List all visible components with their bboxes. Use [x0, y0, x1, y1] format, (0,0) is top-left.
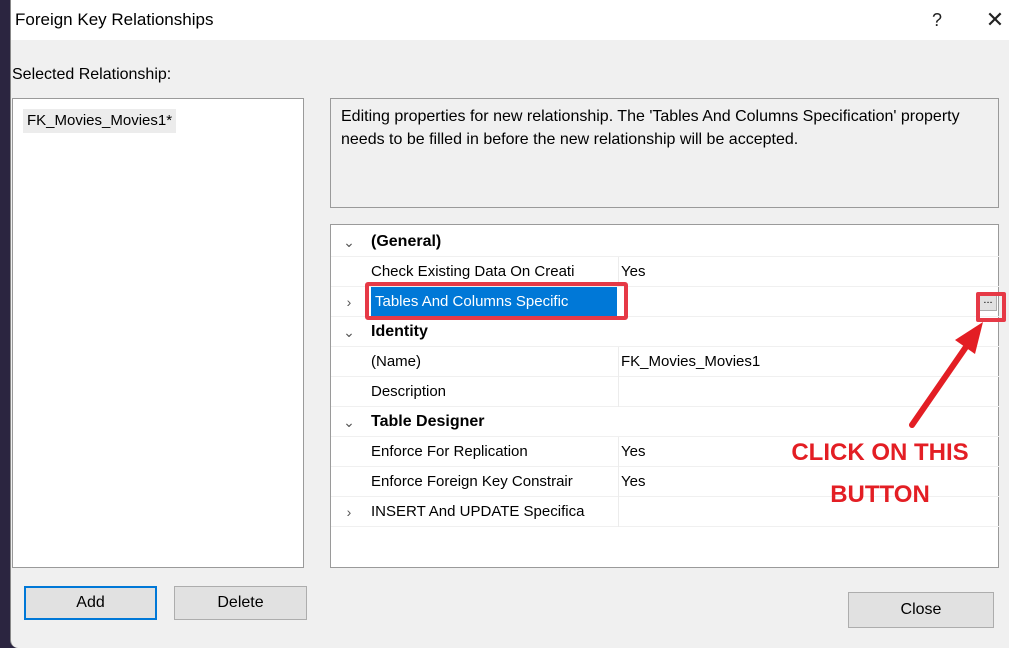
delete-button[interactable]: Delete [174, 586, 307, 620]
list-item-relationship[interactable]: FK_Movies_Movies1* [23, 109, 177, 133]
category-label: (General) [371, 233, 442, 250]
property-name: Enforce For Replication [371, 443, 528, 460]
property-value[interactable]: FK_Movies_Movies1 [621, 347, 760, 377]
title-bar: Foreign Key Relationships ? ✕ [11, 0, 1009, 40]
column-divider [618, 437, 619, 467]
column-divider [618, 377, 619, 407]
property-row-description[interactable]: Description [331, 377, 1000, 407]
category-label: Identity [371, 323, 428, 340]
property-grid[interactable]: ⌄ (General) Check Existing Data On Creat… [330, 224, 1000, 568]
property-value[interactable]: Yes [621, 467, 645, 497]
close-button[interactable]: Close [848, 592, 994, 628]
close-button-label: Close [900, 601, 942, 618]
annotation-text: CLICK ON THIS BUTTON [760, 432, 1000, 516]
property-row-check-existing[interactable]: Check Existing Data On Creati Yes [331, 257, 1000, 287]
category-identity[interactable]: ⌄ Identity [331, 317, 1000, 347]
category-general[interactable]: ⌄ (General) [331, 227, 1000, 257]
column-divider [618, 497, 619, 527]
delete-button-label: Delete [217, 594, 264, 611]
chevron-down-icon[interactable]: ⌄ [331, 227, 367, 257]
annotation-line-2: BUTTON [830, 481, 930, 508]
property-name: Tables And Columns Specific [371, 287, 617, 317]
ellipsis-button[interactable]: ... [979, 293, 997, 311]
help-button[interactable]: ? [923, 6, 951, 34]
property-name: INSERT And UPDATE Specifica [371, 503, 585, 520]
property-row-tables-columns[interactable]: › Tables And Columns Specific ... [331, 287, 1000, 317]
column-divider [618, 467, 619, 497]
column-divider [618, 257, 619, 287]
property-name: (Name) [371, 353, 422, 370]
annotation-line-1: CLICK ON THIS [791, 439, 969, 466]
chevron-down-icon[interactable]: ⌄ [331, 317, 367, 347]
property-value[interactable]: Yes [621, 257, 645, 287]
category-label: Table Designer [371, 413, 485, 430]
property-row-name[interactable]: (Name) FK_Movies_Movies1 [331, 347, 1000, 377]
add-button[interactable]: Add [24, 586, 157, 620]
property-name: Description [371, 383, 447, 400]
property-name: Check Existing Data On Creati [371, 263, 575, 280]
chevron-right-icon[interactable]: › [331, 497, 367, 527]
close-window-icon[interactable]: ✕ [981, 6, 1009, 34]
relationship-list[interactable]: FK_Movies_Movies1* [12, 98, 304, 568]
dialog-title: Foreign Key Relationships [15, 10, 214, 29]
property-name: Enforce Foreign Key Constrair [371, 473, 573, 490]
property-value[interactable]: Yes [621, 437, 645, 467]
selected-relationship-label: Selected Relationship: [12, 66, 172, 83]
chevron-right-icon[interactable]: › [331, 287, 367, 317]
relationship-info-text: Editing properties for new relationship.… [330, 98, 999, 208]
column-divider [618, 347, 619, 377]
chevron-down-icon[interactable]: ⌄ [331, 407, 367, 437]
add-button-label: Add [76, 594, 105, 611]
